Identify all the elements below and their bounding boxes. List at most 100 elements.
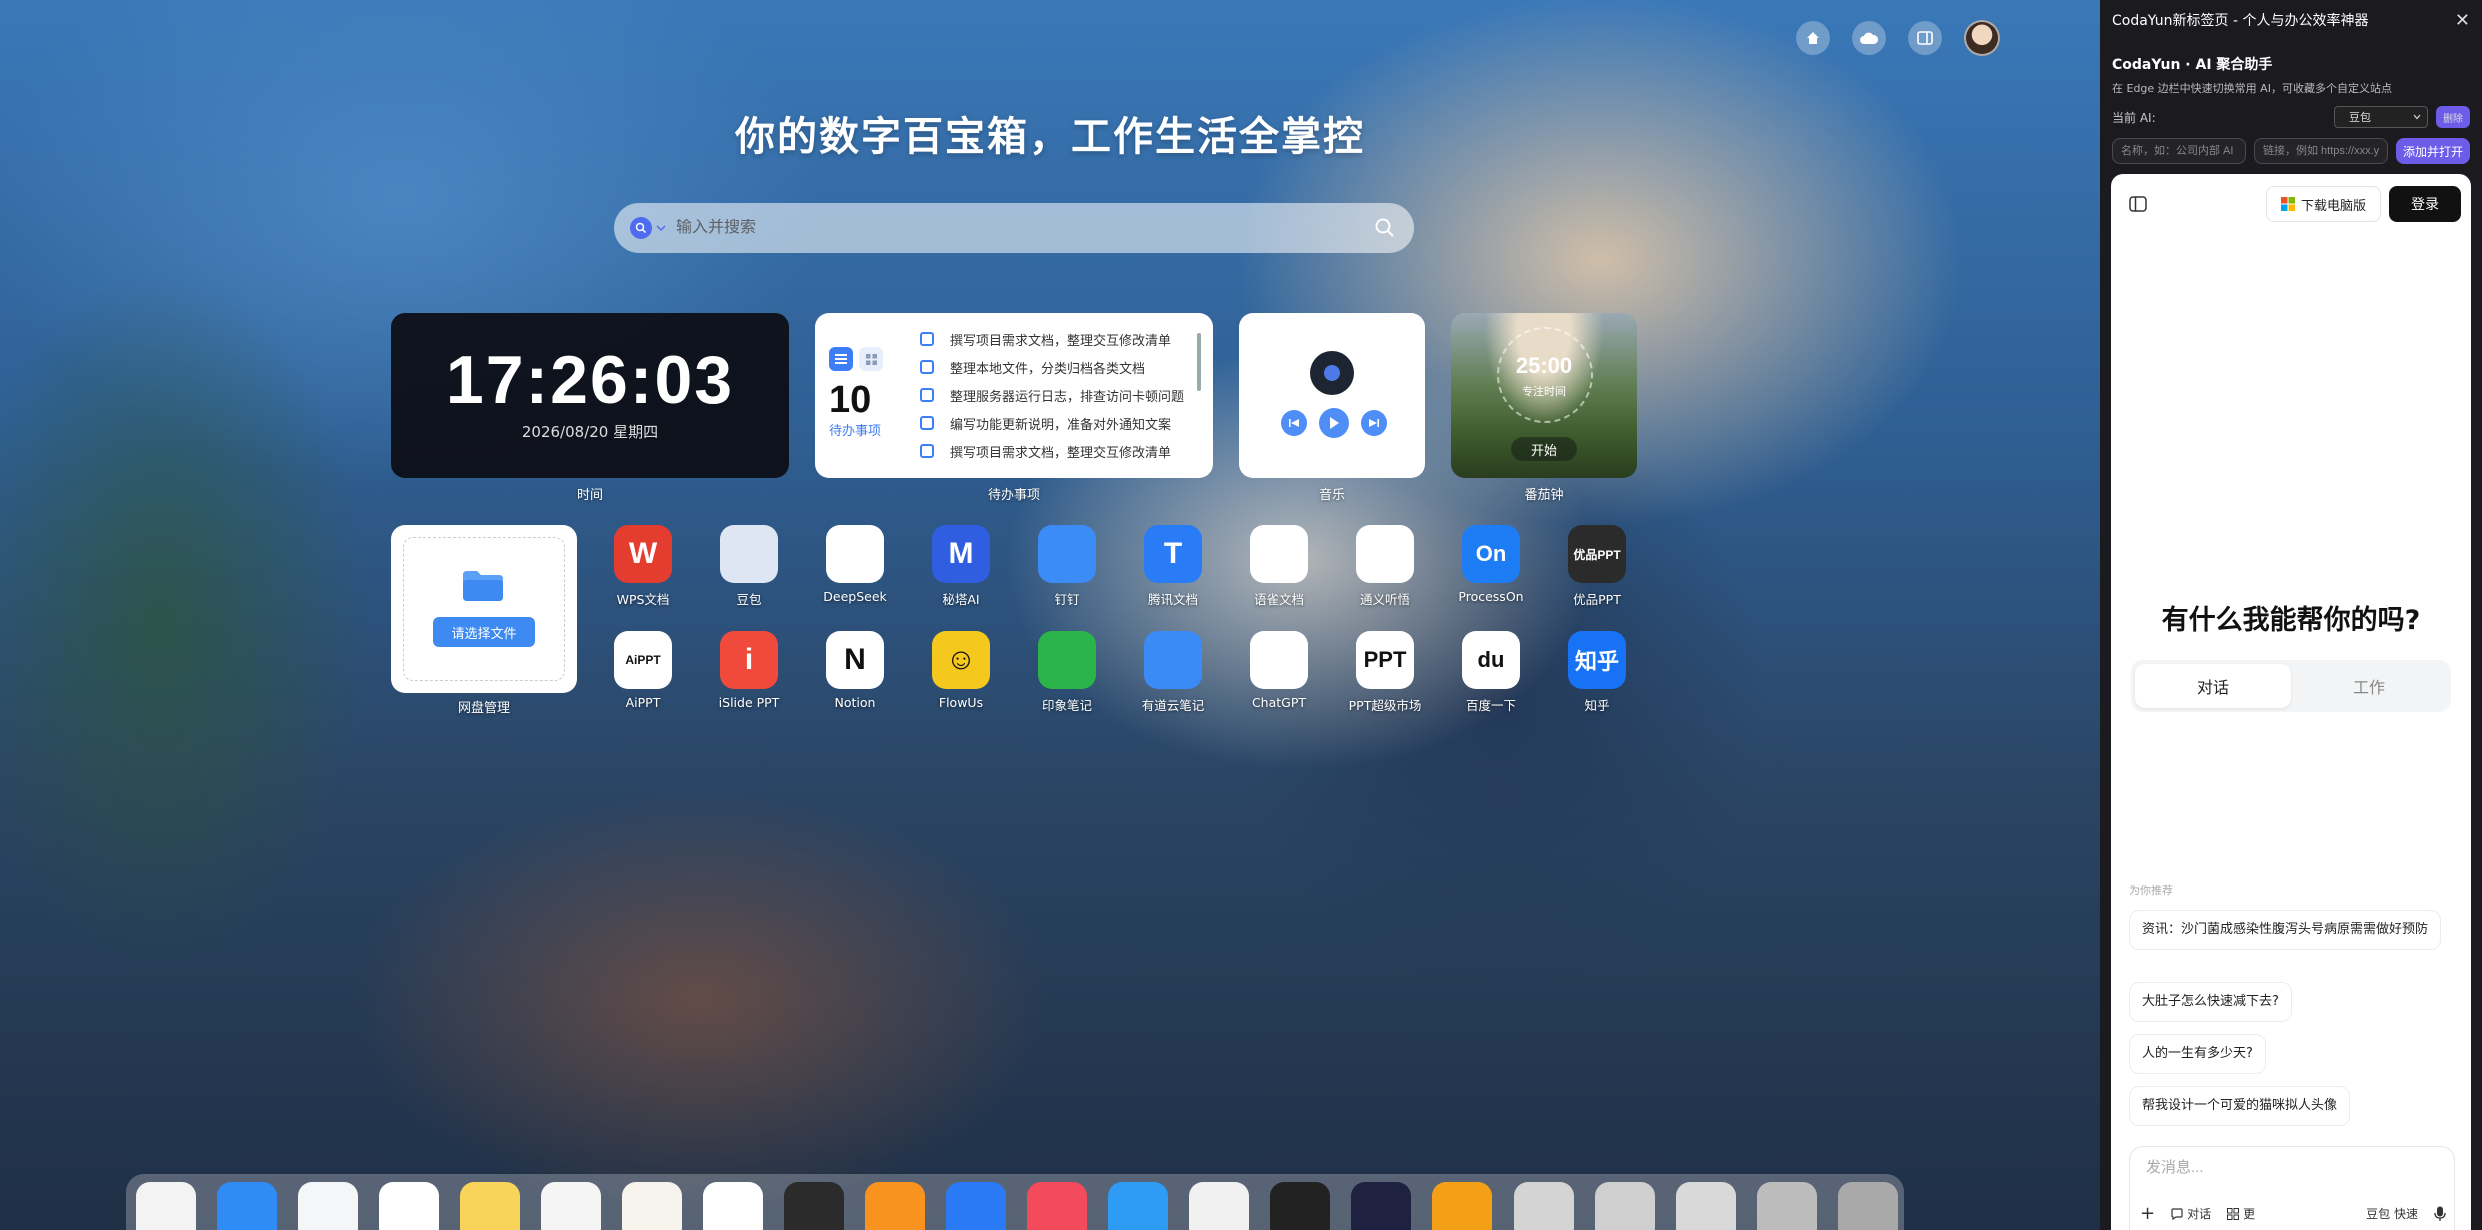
dock-app-icon[interactable]: [1432, 1182, 1492, 1230]
app-shortcut[interactable]: 有道云笔记: [1123, 631, 1223, 714]
dock-app-icon[interactable]: [460, 1182, 520, 1230]
dock-app-icon[interactable]: [136, 1182, 196, 1230]
app-shortcut[interactable]: AiPPT AiPPT: [593, 631, 693, 710]
dock-app-icon[interactable]: [217, 1182, 277, 1230]
app-shortcut[interactable]: PPT PPT超级市场: [1335, 631, 1435, 714]
search-engine-selector[interactable]: [630, 217, 652, 239]
app-shortcut[interactable]: 豆包: [699, 525, 799, 608]
add-and-open-button[interactable]: 添加并打开: [2396, 138, 2470, 164]
app-name: PPT超级市场: [1348, 698, 1422, 713]
tab-chat[interactable]: 对话: [2135, 664, 2291, 708]
pomodoro-start-button[interactable]: 开始: [1511, 437, 1577, 461]
app-name: 知乎: [1584, 698, 1610, 713]
chevron-down-icon[interactable]: [656, 224, 666, 232]
dock-app-icon[interactable]: [1270, 1182, 1330, 1230]
add-attachment-icon[interactable]: +: [2140, 1203, 2155, 1224]
todo-scrollbar[interactable]: [1197, 333, 1201, 391]
todo-item[interactable]: 整理本地文件，分类归档各类文档: [920, 353, 1192, 381]
play-button[interactable]: [1319, 408, 1349, 438]
dock-app-icon[interactable]: [1351, 1182, 1411, 1230]
dock-app-icon[interactable]: [1676, 1182, 1736, 1230]
app-shortcut[interactable]: ☺ FlowUs: [911, 631, 1011, 710]
clock-date: 2026/08/20 星期四: [521, 423, 659, 441]
dock-app-icon[interactable]: [379, 1182, 439, 1230]
more-tools-pill[interactable]: 更: [2227, 1205, 2255, 1222]
user-avatar[interactable]: [1964, 20, 2000, 56]
app-shortcut[interactable]: 语雀文档: [1229, 525, 1329, 608]
app-shortcut[interactable]: i iSlide PPT: [699, 631, 799, 710]
delete-ai-button[interactable]: 删除: [2436, 106, 2470, 128]
app-shortcut[interactable]: ChatGPT: [1229, 631, 1329, 710]
app-shortcut[interactable]: W WPS文档: [593, 525, 693, 608]
dock-app-icon[interactable]: [622, 1182, 682, 1230]
app-name: iSlide PPT: [718, 695, 780, 710]
dock-app-icon[interactable]: [1189, 1182, 1249, 1230]
todo-checkbox[interactable]: [920, 416, 934, 430]
tab-work[interactable]: 工作: [2291, 664, 2447, 708]
dock-app-icon[interactable]: [946, 1182, 1006, 1230]
sidebar-toggle-button[interactable]: [1908, 21, 1942, 55]
dock-app-icon[interactable]: [298, 1182, 358, 1230]
ai-url-input[interactable]: [2254, 138, 2388, 164]
close-icon[interactable]: ✕: [2455, 10, 2470, 31]
previous-track-button[interactable]: [1281, 410, 1307, 436]
todo-item[interactable]: 撰写项目需求文档，整理交互修改清单: [920, 325, 1192, 353]
suggestion-item[interactable]: 大肚子怎么快速减下去?: [2129, 982, 2292, 1022]
todo-list-view-tab[interactable]: [829, 347, 853, 371]
dock-app-icon[interactable]: [541, 1182, 601, 1230]
dock-app-icon[interactable]: [1514, 1182, 1574, 1230]
app-shortcut[interactable]: M 秘塔AI: [911, 525, 1011, 608]
todo-item[interactable]: 编写功能更新说明，准备对外通知文案: [920, 409, 1192, 437]
todo-grid-view-tab[interactable]: [859, 347, 883, 371]
todo-item[interactable]: 撰写项目需求文档，整理交互修改清单: [920, 437, 1192, 465]
todo-item[interactable]: 整理服务器运行日志，排查访问卡顿问题: [920, 381, 1192, 409]
dock-app-icon[interactable]: [1838, 1182, 1898, 1230]
todo-checkbox[interactable]: [920, 332, 934, 346]
app-shortcut[interactable]: N Notion: [805, 631, 905, 710]
model-selector[interactable]: 豆包 快速: [2366, 1205, 2418, 1222]
todo-checkbox[interactable]: [920, 388, 934, 402]
microphone-icon[interactable]: [2434, 1206, 2446, 1222]
suggestion-item[interactable]: 人的一生有多少天?: [2129, 1034, 2266, 1074]
suggestion-item[interactable]: 帮我设计一个可爱的猫咪拟人头像: [2129, 1086, 2351, 1126]
app-icon: [1250, 631, 1308, 689]
dock-app-icon[interactable]: [1757, 1182, 1817, 1230]
clock-widget[interactable]: 17:26:03 2026/08/20 星期四: [391, 313, 789, 478]
sidebar-panel-icon[interactable]: [2129, 196, 2147, 212]
home-button[interactable]: [1796, 21, 1830, 55]
app-name: 腾讯文档: [1147, 592, 1198, 607]
login-button[interactable]: 登录: [2389, 186, 2461, 222]
search-icon[interactable]: [1374, 217, 1396, 239]
cloud-button[interactable]: [1852, 21, 1886, 55]
dock-app-icon[interactable]: [865, 1182, 925, 1230]
chat-toolbar: 下载电脑版 登录: [2111, 174, 2471, 222]
dock-app-icon[interactable]: [1595, 1182, 1655, 1230]
ai-name-input[interactable]: [2112, 138, 2246, 164]
dock-app-icon[interactable]: [1108, 1182, 1168, 1230]
app-shortcut[interactable]: 印象笔记: [1017, 631, 1117, 714]
app-icon: M: [932, 525, 990, 583]
dock-app-icon[interactable]: [703, 1182, 763, 1230]
app-shortcut[interactable]: 通义听悟: [1335, 525, 1435, 608]
download-desktop-button[interactable]: 下载电脑版: [2265, 186, 2381, 222]
app-shortcut[interactable]: On ProcessOn: [1441, 525, 1541, 604]
current-ai-select[interactable]: 豆包: [2334, 106, 2428, 128]
dock-app-icon[interactable]: [784, 1182, 844, 1230]
message-input[interactable]: [2146, 1159, 2436, 1176]
choose-file-button[interactable]: 请选择文件: [433, 617, 535, 647]
suggestion-item[interactable]: 资讯：沙门菌成感染性腹泻头号病原需需做好预防: [2129, 910, 2442, 950]
app-shortcut[interactable]: 钉钉: [1017, 525, 1117, 608]
app-shortcut[interactable]: DeepSeek: [805, 525, 905, 604]
dock-app-icon[interactable]: [1027, 1182, 1087, 1230]
app-shortcut[interactable]: 知乎 知乎: [1547, 631, 1647, 714]
app-icon: du: [1462, 631, 1520, 689]
file-drop-zone[interactable]: [403, 537, 565, 681]
next-track-button[interactable]: [1361, 410, 1387, 436]
search-input[interactable]: [676, 219, 1374, 237]
todo-checkbox[interactable]: [920, 444, 934, 458]
app-shortcut[interactable]: 优品PPT 优品PPT: [1547, 525, 1647, 608]
app-shortcut[interactable]: du 百度一下: [1441, 631, 1541, 714]
chat-mode-pill[interactable]: 对话: [2171, 1205, 2211, 1222]
app-shortcut[interactable]: T 腾讯文档: [1123, 525, 1223, 608]
todo-checkbox[interactable]: [920, 360, 934, 374]
